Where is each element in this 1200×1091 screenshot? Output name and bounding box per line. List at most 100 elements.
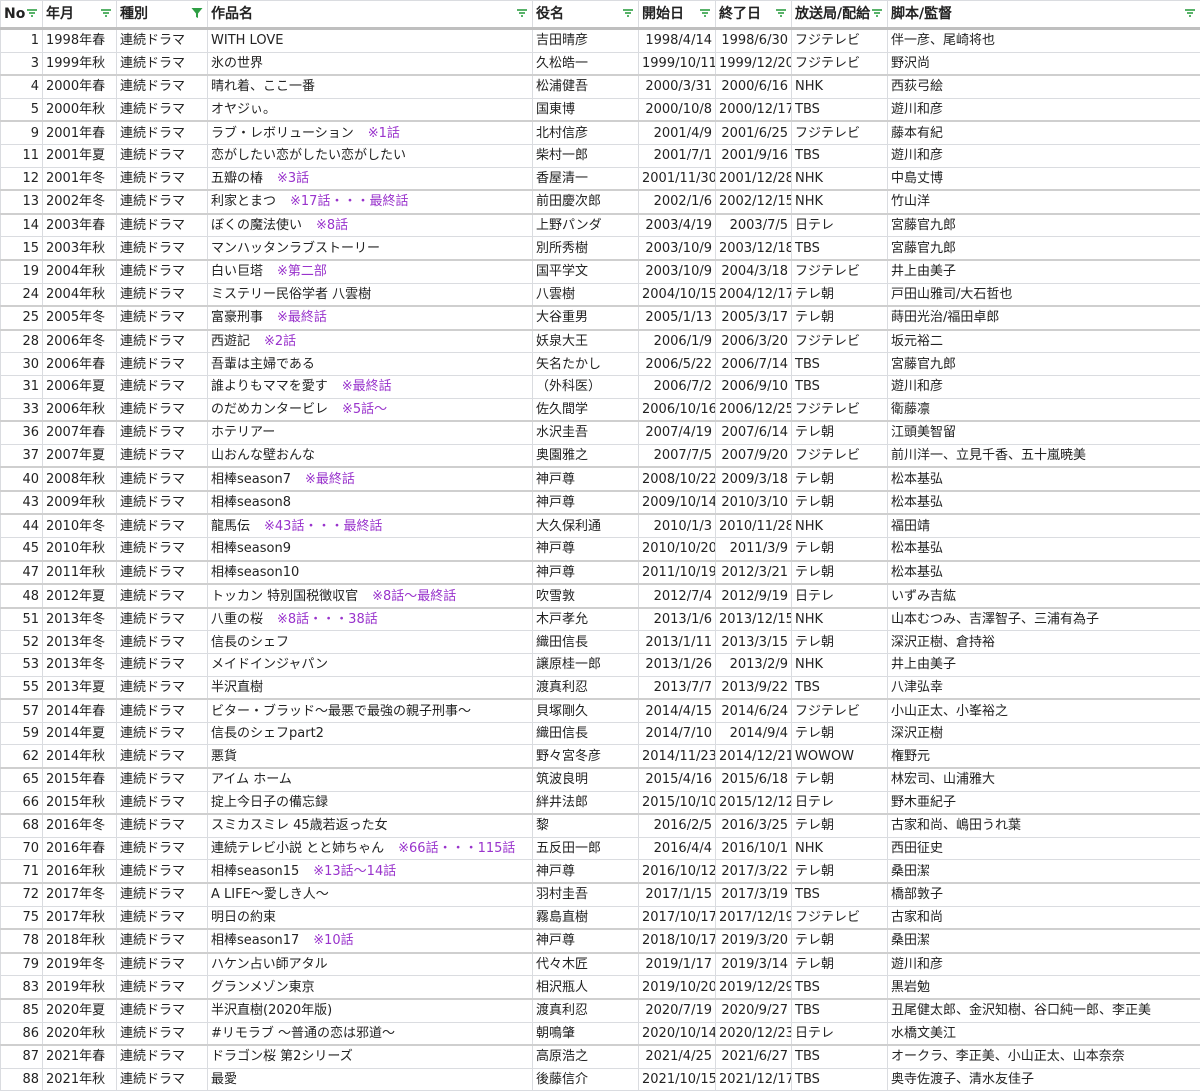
cell-year-month[interactable]: 2014年夏 — [43, 722, 117, 745]
cell-end-date[interactable]: 2011/3/9 — [716, 538, 792, 561]
cell-no[interactable]: 47 — [1, 561, 43, 585]
cell-no[interactable]: 83 — [1, 976, 43, 999]
table-row[interactable]: 522013年冬連続ドラマ信長のシェフ織田信長2013/1/112013/3/1… — [1, 631, 1200, 654]
cell-role[interactable]: 北村信彦 — [533, 121, 639, 144]
cell-role[interactable]: 水沢圭吾 — [533, 421, 639, 444]
cell-start-date[interactable]: 2020/7/19 — [639, 999, 716, 1022]
table-row[interactable]: 132002年冬連続ドラマ利家とまつ※17話・・・最終話前田慶次郎2002/1/… — [1, 190, 1200, 214]
table-row[interactable]: 722017年冬連続ドラマA LIFE～愛しき人～羽村圭吾2017/1/1520… — [1, 883, 1200, 906]
cell-station[interactable]: TBS — [792, 676, 888, 699]
cell-no[interactable]: 11 — [1, 144, 43, 167]
cell-no[interactable]: 85 — [1, 999, 43, 1022]
cell-writer[interactable]: 坂元裕二 — [888, 330, 1200, 353]
cell-writer[interactable]: 野木亜紀子 — [888, 791, 1200, 814]
cell-start-date[interactable]: 2015/10/10 — [639, 791, 716, 814]
cell-end-date[interactable]: 2017/3/22 — [716, 860, 792, 883]
cell-role[interactable]: 久松皓一 — [533, 52, 639, 75]
cell-title[interactable]: ぼくの魔法使い※8話 — [208, 214, 533, 237]
cell-role[interactable]: 神戸尊 — [533, 467, 639, 491]
table-row[interactable]: 11998年春連続ドラマWITH LOVE吉田晴彦1998/4/141998/6… — [1, 29, 1200, 53]
filter-funnel-icon[interactable] — [191, 7, 203, 19]
cell-station[interactable]: フジテレビ — [792, 398, 888, 421]
cell-year-month[interactable]: 2007年春 — [43, 421, 117, 444]
column-header-no[interactable]: No — [1, 1, 43, 29]
cell-end-date[interactable]: 2013/12/15 — [716, 608, 792, 631]
cell-end-date[interactable]: 2007/6/14 — [716, 421, 792, 444]
cell-year-month[interactable]: 2012年夏 — [43, 584, 117, 608]
cell-station[interactable]: テレ朝 — [792, 814, 888, 837]
cell-no[interactable]: 79 — [1, 953, 43, 976]
cell-title[interactable]: 相棒season15※13話～14話 — [208, 860, 533, 883]
cell-type[interactable]: 連続ドラマ — [117, 514, 208, 537]
cell-station[interactable]: フジテレビ — [792, 330, 888, 353]
cell-no[interactable]: 53 — [1, 654, 43, 677]
cell-station[interactable]: NHK — [792, 654, 888, 677]
cell-role[interactable]: 代々木匠 — [533, 953, 639, 976]
cell-role[interactable]: 貝塚剛久 — [533, 699, 639, 722]
cell-no[interactable]: 55 — [1, 676, 43, 699]
cell-end-date[interactable]: 2010/11/28 — [716, 514, 792, 537]
cell-writer[interactable]: 西荻弓絵 — [888, 75, 1200, 98]
cell-title[interactable]: 半沢直樹 — [208, 676, 533, 699]
cell-end-date[interactable]: 2009/3/18 — [716, 467, 792, 491]
cell-start-date[interactable]: 2012/7/4 — [639, 584, 716, 608]
cell-title[interactable]: ハケン占い師アタル — [208, 953, 533, 976]
cell-title[interactable]: 白い巨塔※第二部 — [208, 260, 533, 283]
cell-writer[interactable]: 伴一彦、尾崎将也 — [888, 29, 1200, 53]
table-row[interactable]: 882021年秋連続ドラマ最愛後藤信介2021/10/152021/12/17T… — [1, 1068, 1200, 1091]
cell-end-date[interactable]: 2020/12/23 — [716, 1022, 792, 1045]
cell-station[interactable]: TBS — [792, 375, 888, 398]
cell-start-date[interactable]: 2019/10/20 — [639, 976, 716, 999]
table-row[interactable]: 52000年秋連続ドラマオヤジぃ。国東博2000/10/82000/12/17T… — [1, 98, 1200, 121]
cell-end-date[interactable]: 2002/12/15 — [716, 190, 792, 214]
cell-station[interactable]: 日テレ — [792, 214, 888, 237]
cell-end-date[interactable]: 2000/6/16 — [716, 75, 792, 98]
cell-title[interactable]: 山おんな壁おんな — [208, 444, 533, 467]
column-header-start-date[interactable]: 開始日 — [639, 1, 716, 29]
cell-start-date[interactable]: 2011/10/19 — [639, 561, 716, 585]
cell-no[interactable]: 86 — [1, 1022, 43, 1045]
cell-year-month[interactable]: 2018年秋 — [43, 929, 117, 953]
table-row[interactable]: 332006年秋連続ドラマのだめカンタービレ※5話～佐久間学2006/10/16… — [1, 398, 1200, 421]
cell-year-month[interactable]: 2021年春 — [43, 1045, 117, 1068]
cell-title[interactable]: 利家とまつ※17話・・・最終話 — [208, 190, 533, 214]
cell-end-date[interactable]: 2013/2/9 — [716, 654, 792, 677]
cell-year-month[interactable]: 2004年秋 — [43, 283, 117, 306]
table-row[interactable]: 92001年春連続ドラマラブ・レボリューション※1話北村信彦2001/4/920… — [1, 121, 1200, 144]
cell-station[interactable]: TBS — [792, 976, 888, 999]
cell-title[interactable]: ラブ・レボリューション※1話 — [208, 121, 533, 144]
cell-no[interactable]: 33 — [1, 398, 43, 421]
cell-end-date[interactable]: 2015/12/12 — [716, 791, 792, 814]
cell-start-date[interactable]: 2000/3/31 — [639, 75, 716, 98]
cell-start-date[interactable]: 2016/4/4 — [639, 837, 716, 860]
cell-year-month[interactable]: 2003年春 — [43, 214, 117, 237]
cell-role[interactable]: 別所秀樹 — [533, 237, 639, 260]
table-row[interactable]: 242004年秋連続ドラマミステリー民俗学者 八雲樹八雲樹2004/10/152… — [1, 283, 1200, 306]
cell-start-date[interactable]: 2016/2/5 — [639, 814, 716, 837]
cell-year-month[interactable]: 2016年春 — [43, 837, 117, 860]
cell-type[interactable]: 連続ドラマ — [117, 561, 208, 585]
table-row[interactable]: 702016年春連続ドラマ連続テレビ小説 とと姉ちゃん※66話・・・115話五反… — [1, 837, 1200, 860]
cell-start-date[interactable]: 2001/11/30 — [639, 167, 716, 190]
table-row[interactable]: 112001年夏連続ドラマ恋がしたい恋がしたい恋がしたい柴村一郎2001/7/1… — [1, 144, 1200, 167]
cell-year-month[interactable]: 2013年冬 — [43, 608, 117, 631]
cell-year-month[interactable]: 2007年夏 — [43, 444, 117, 467]
table-row[interactable]: 472011年秋連続ドラマ相棒season10神戸尊2011/10/192012… — [1, 561, 1200, 585]
cell-title[interactable]: 龍馬伝※43話・・・最終話 — [208, 514, 533, 537]
cell-role[interactable]: 黎 — [533, 814, 639, 837]
cell-title[interactable]: ドラゴン桜 第2シリーズ — [208, 1045, 533, 1068]
cell-title[interactable]: 最愛 — [208, 1068, 533, 1091]
cell-type[interactable]: 連続ドラマ — [117, 722, 208, 745]
cell-station[interactable]: 日テレ — [792, 584, 888, 608]
cell-title[interactable]: 晴れ着、ここ一番 — [208, 75, 533, 98]
cell-station[interactable]: フジテレビ — [792, 444, 888, 467]
cell-no[interactable]: 4 — [1, 75, 43, 98]
cell-role[interactable]: 織田信長 — [533, 631, 639, 654]
cell-end-date[interactable]: 2001/6/25 — [716, 121, 792, 144]
cell-no[interactable]: 24 — [1, 283, 43, 306]
cell-type[interactable]: 連続ドラマ — [117, 491, 208, 515]
filter-sort-icon[interactable] — [871, 7, 883, 19]
cell-end-date[interactable]: 1998/6/30 — [716, 29, 792, 53]
cell-station[interactable]: テレ朝 — [792, 860, 888, 883]
cell-writer[interactable]: 桑田潔 — [888, 929, 1200, 953]
